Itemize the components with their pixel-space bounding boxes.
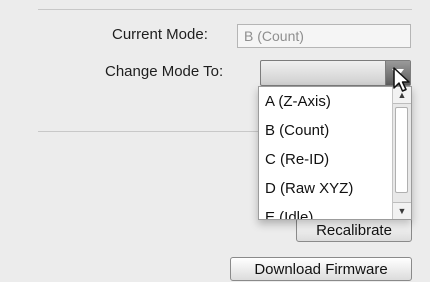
arrow-cursor-icon bbox=[393, 67, 410, 92]
change-mode-label: Change Mode To: bbox=[105, 63, 224, 80]
mode-option-b[interactable]: B (Count) bbox=[259, 116, 389, 145]
current-mode-label: Current Mode: bbox=[112, 26, 208, 43]
scroll-down-arrow-icon[interactable]: ▼ bbox=[393, 202, 411, 219]
mode-option-d[interactable]: D (Raw XYZ) bbox=[259, 174, 389, 203]
middle-divider bbox=[38, 131, 258, 132]
recalibrate-button[interactable]: Recalibrate bbox=[296, 218, 412, 242]
scroll-thumb[interactable] bbox=[395, 107, 408, 193]
mode-option-e[interactable]: E (Idle) bbox=[259, 203, 389, 219]
mode-option-a[interactable]: A (Z-Axis) bbox=[259, 87, 389, 116]
top-divider bbox=[38, 9, 412, 10]
dropdown-scrollbar[interactable]: ▲ ▼ bbox=[392, 87, 411, 219]
change-mode-select[interactable] bbox=[260, 60, 411, 86]
download-firmware-button[interactable]: Download Firmware bbox=[230, 257, 412, 281]
current-mode-field: B (Count) bbox=[237, 24, 411, 48]
mode-option-c[interactable]: C (Re-ID) bbox=[259, 145, 389, 174]
mode-dropdown-list[interactable]: A (Z-Axis) B (Count) C (Re-ID) D (Raw XY… bbox=[258, 86, 412, 220]
